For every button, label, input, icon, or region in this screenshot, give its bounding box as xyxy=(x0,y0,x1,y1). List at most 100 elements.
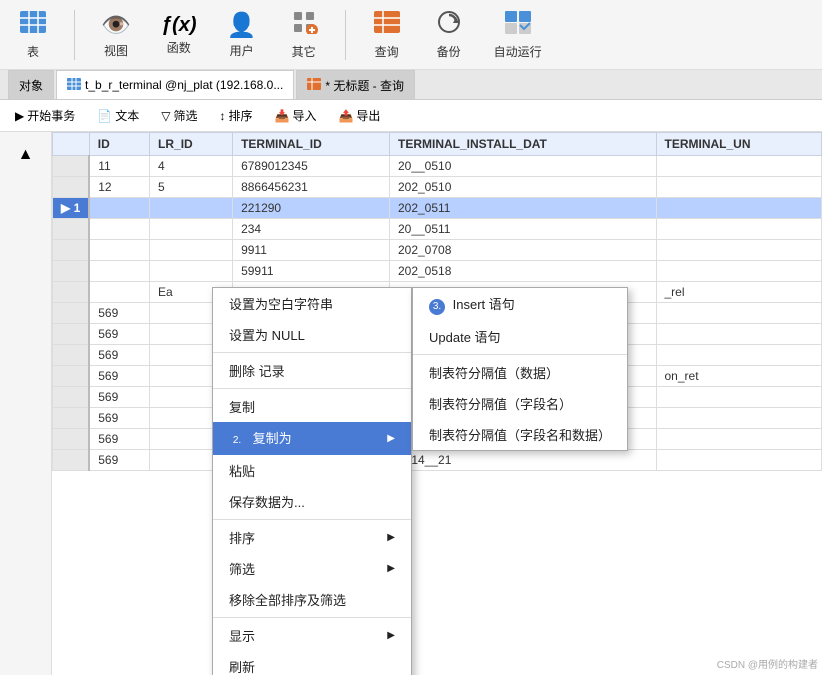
cell-id[interactable]: 569 xyxy=(89,408,149,429)
cell-id[interactable] xyxy=(89,282,149,303)
table-row-selected[interactable]: ▶ 1 221290 202_0511 xyxy=(53,198,822,219)
cell-id[interactable] xyxy=(89,219,149,240)
submenu-tab-field[interactable]: 制表符分隔值（字段名） xyxy=(413,388,627,419)
cell-lr-id[interactable] xyxy=(150,240,233,261)
col-terminal-install-date[interactable]: TERMINAL_INSTALL_DAT xyxy=(389,133,656,156)
cell-id[interactable] xyxy=(89,240,149,261)
tab-table1[interactable]: t_b_r_terminal @nj_plat (192.168.0... xyxy=(56,70,294,99)
tab-query1-label: * 无标题 - 查询 xyxy=(325,77,404,94)
toolbar-other[interactable]: 其它 xyxy=(279,6,329,64)
cell-id[interactable]: 569 xyxy=(89,303,149,324)
submenu-tab-data[interactable]: 制表符分隔值（数据） xyxy=(413,357,627,388)
cell-id[interactable] xyxy=(89,198,149,219)
ctx-refresh[interactable]: 刷新 xyxy=(213,651,411,675)
cell-id[interactable]: 11 xyxy=(89,156,149,177)
ctx-remove-sort-filter[interactable]: 移除全部排序及筛选 xyxy=(213,584,411,615)
toolbar-autorun[interactable]: 自动运行 xyxy=(486,6,550,64)
cell-terminal-un[interactable]: on_ret xyxy=(656,366,822,387)
sidebar-collapse-btn[interactable]: ▲ xyxy=(11,140,41,170)
table-row[interactable]: 234 20__0511 xyxy=(53,219,822,240)
cell-lr-id[interactable]: 5 xyxy=(150,177,233,198)
cell-terminal-un[interactable] xyxy=(656,240,822,261)
toolbar-table[interactable]: 表 xyxy=(8,6,58,64)
cell-terminal-un[interactable] xyxy=(656,408,822,429)
toolbar-backup[interactable]: 备份 xyxy=(424,6,474,64)
cell-terminal-un[interactable] xyxy=(656,387,822,408)
cell-terminal-id[interactable]: 8866456231 xyxy=(233,177,390,198)
cell-lr-id[interactable] xyxy=(150,219,233,240)
table-row[interactable]: 9911 202_0708 xyxy=(53,240,822,261)
submenu-tab-both[interactable]: 制表符分隔值（字段名和数据） xyxy=(413,419,627,450)
cell-install-date[interactable]: 202_0518 xyxy=(389,261,656,282)
tab-query1[interactable]: * 无标题 - 查询 xyxy=(296,70,415,99)
cell-terminal-id[interactable]: 9911 xyxy=(233,240,390,261)
cell-lr-id[interactable] xyxy=(150,261,233,282)
toolbar-user[interactable]: 👤 用户 xyxy=(217,7,267,63)
cell-terminal-un[interactable] xyxy=(656,261,822,282)
cell-install-date[interactable]: 20__0511 xyxy=(389,219,656,240)
cell-terminal-un[interactable] xyxy=(656,177,822,198)
cell-id[interactable] xyxy=(89,261,149,282)
cell-terminal-un[interactable] xyxy=(656,156,822,177)
filter-button[interactable]: ▽ 筛选 xyxy=(152,103,206,128)
cell-id[interactable]: 569 xyxy=(89,366,149,387)
cell-terminal-id[interactable]: 234 xyxy=(233,219,390,240)
cell-id[interactable]: 569 xyxy=(89,429,149,450)
cell-terminal-un[interactable] xyxy=(656,345,822,366)
import-button[interactable]: 📥 导入 xyxy=(265,103,325,128)
table-row[interactable]: 59911 202_0518 xyxy=(53,261,822,282)
cell-install-date[interactable]: 20__0510 xyxy=(389,156,656,177)
toolbar-view[interactable]: 👁️ 视图 xyxy=(91,7,141,63)
col-id[interactable]: ID xyxy=(89,133,149,156)
cell-id[interactable]: 569 xyxy=(89,324,149,345)
col-lr-id[interactable]: LR_ID xyxy=(150,133,233,156)
toolbar-query[interactable]: 查询 xyxy=(362,6,412,64)
cell-terminal-id[interactable]: 221290 xyxy=(233,198,390,219)
cell-install-date[interactable]: 202_0511 xyxy=(389,198,656,219)
ctx-set-null[interactable]: 设置为 NULL xyxy=(213,319,411,350)
begin-tx-button[interactable]: ▶ 开始事务 xyxy=(6,103,84,128)
ctx-sort[interactable]: 排序 ▶ xyxy=(213,522,411,553)
query-icon xyxy=(373,10,401,41)
export-button[interactable]: 📤 导出 xyxy=(329,103,389,128)
cell-terminal-un[interactable] xyxy=(656,303,822,324)
cell-terminal-id[interactable]: 59911 xyxy=(233,261,390,282)
submenu-update-stmt[interactable]: Update 语句 xyxy=(413,321,627,352)
ctx-filter[interactable]: 筛选 ▶ xyxy=(213,553,411,584)
cell-id[interactable]: 12 xyxy=(89,177,149,198)
sort-button[interactable]: ↕ 排序 xyxy=(210,103,261,128)
ctx-save-data[interactable]: 保存数据为... xyxy=(213,486,411,517)
table-row[interactable]: 12 5 8866456231 202_0510 xyxy=(53,177,822,198)
text-button[interactable]: 📄 文本 xyxy=(88,103,148,128)
cell-terminal-un[interactable] xyxy=(656,450,822,471)
tab-objects[interactable]: 对象 xyxy=(8,70,54,99)
toolbar-function[interactable]: ƒ(x) 函数 xyxy=(153,10,205,60)
cell-terminal-un[interactable] xyxy=(656,198,822,219)
cell-terminal-un[interactable]: _rel xyxy=(656,282,822,303)
cell-terminal-un[interactable] xyxy=(656,219,822,240)
cell-id[interactable]: 569 xyxy=(89,387,149,408)
cell-lr-id[interactable]: 4 xyxy=(150,156,233,177)
table-row[interactable]: 11 4 6789012345 20__0510 xyxy=(53,156,822,177)
cell-id[interactable]: 569 xyxy=(89,450,149,471)
col-terminal-un[interactable]: TERMINAL_UN xyxy=(656,133,822,156)
col-terminal-id[interactable]: TERMINAL_ID xyxy=(233,133,390,156)
cell-install-date[interactable]: 202_0510 xyxy=(389,177,656,198)
ctx-copy-as-label: 复制为 xyxy=(253,431,292,446)
table-row[interactable]: 569 0019 2014__21 xyxy=(53,450,822,471)
filter-icon: ▽ xyxy=(161,109,170,123)
cell-terminal-un[interactable] xyxy=(656,429,822,450)
cell-lr-id[interactable] xyxy=(150,198,233,219)
ctx-set-empty[interactable]: 设置为空白字符串 xyxy=(213,288,411,319)
ctx-paste[interactable]: 粘贴 xyxy=(213,455,411,486)
cell-install-date[interactable]: 2014__21 xyxy=(389,450,656,471)
cell-id[interactable]: 569 xyxy=(89,345,149,366)
cell-install-date[interactable]: 202_0708 xyxy=(389,240,656,261)
cell-terminal-id[interactable]: 6789012345 xyxy=(233,156,390,177)
cell-terminal-un[interactable] xyxy=(656,324,822,345)
ctx-copy-as[interactable]: 2. 复制为 ▶ xyxy=(213,422,411,455)
ctx-display[interactable]: 显示 ▶ xyxy=(213,620,411,651)
ctx-delete-record[interactable]: 删除 记录 xyxy=(213,355,411,386)
submenu-insert-stmt[interactable]: 3. Insert 语句 xyxy=(413,288,627,321)
ctx-copy[interactable]: 复制 xyxy=(213,391,411,422)
